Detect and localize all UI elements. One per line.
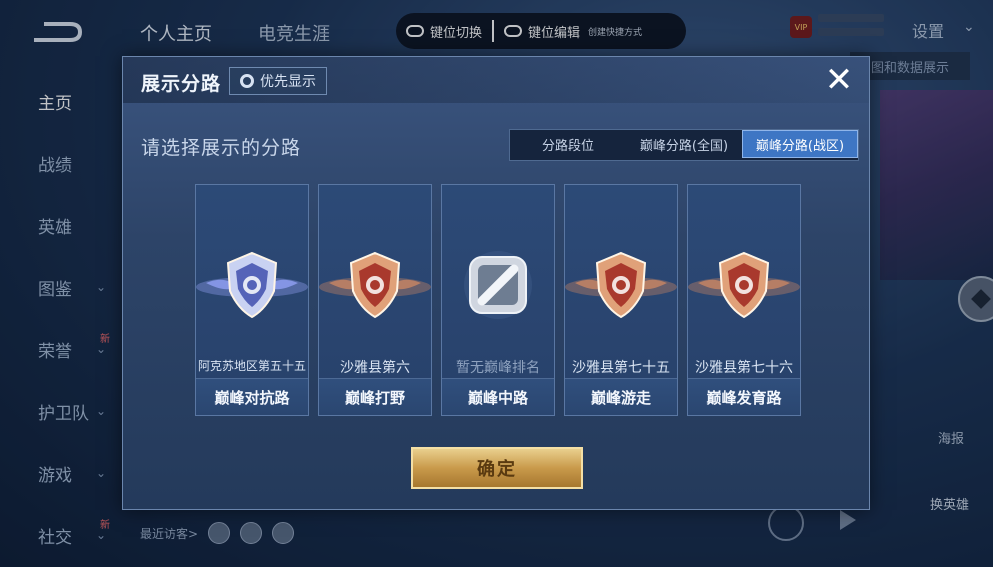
confirm-button[interactable]: 确定 — [411, 447, 583, 489]
bronze-shield-emblem-icon — [565, 251, 677, 319]
priority-display-button[interactable]: 优先显示 — [229, 67, 327, 95]
lane-name-label: 巅峰打野 — [319, 378, 431, 415]
segment-tab[interactable]: 分路段位 — [510, 130, 626, 158]
grey-empty-emblem-icon — [464, 251, 532, 319]
lane-name-label: 巅峰对抗路 — [196, 378, 308, 415]
lane-name-label: 巅峰发育路 — [688, 378, 800, 415]
segment-tab[interactable]: 巅峰分路(战区) — [742, 130, 858, 158]
lane-card[interactable]: 暂无巅峰排名巅峰中路 — [441, 184, 555, 416]
lane-rank-text: 暂无巅峰排名 — [456, 360, 540, 376]
priority-display-label: 优先显示 — [260, 74, 316, 90]
lane-display-dialog: 展示分路 优先显示 ✕ 请选择展示的分路 分路段位 巅峰分路(全国) 巅峰分路(战区… — [122, 56, 870, 510]
silver-shield-emblem-icon — [196, 251, 308, 319]
gear-icon — [240, 74, 254, 88]
lane-name-label: 巅峰中路 — [442, 378, 554, 415]
dialog-title: 展示分路 — [141, 73, 222, 95]
bronze-shield-emblem-icon — [688, 251, 800, 319]
lane-rank-text: 沙雅县第七十六 — [695, 360, 793, 376]
confirm-label: 确定 — [477, 459, 517, 480]
lane-rank-text: 沙雅县第六 — [340, 360, 410, 376]
dialog-subtitle: 请选择展示的分路 — [141, 137, 302, 159]
lane-rank-text: 阿克苏地区第五十五 — [197, 359, 306, 373]
bronze-shield-emblem-icon — [319, 251, 431, 319]
lane-rank-text: 沙雅县第七十五 — [572, 360, 670, 376]
lane-name-label: 巅峰游走 — [565, 378, 677, 415]
lane-card[interactable]: 沙雅县第六 巅峰打野 — [318, 184, 432, 416]
segment-tab[interactable]: 巅峰分路(全国) — [626, 130, 742, 158]
lane-card-list: 阿克苏地区第五十五 巅峰对抗路 沙雅县第六 巅峰打野 暂无巅峰排名 巅峰中路 沙雅县第七十五… — [195, 184, 801, 416]
lane-card[interactable]: 阿克苏地区第五十五巅峰对抗路 — [195, 184, 309, 416]
lane-card[interactable]: 沙雅县第七十六巅峰发育路 — [687, 184, 801, 416]
close-button[interactable]: ✕ — [821, 63, 857, 99]
lane-card[interactable]: 沙雅县第七十五巅峰游走 — [564, 184, 678, 416]
lane-type-segmented-control: 分路段位 巅峰分路(全国) 巅峰分路(战区) — [509, 129, 859, 161]
